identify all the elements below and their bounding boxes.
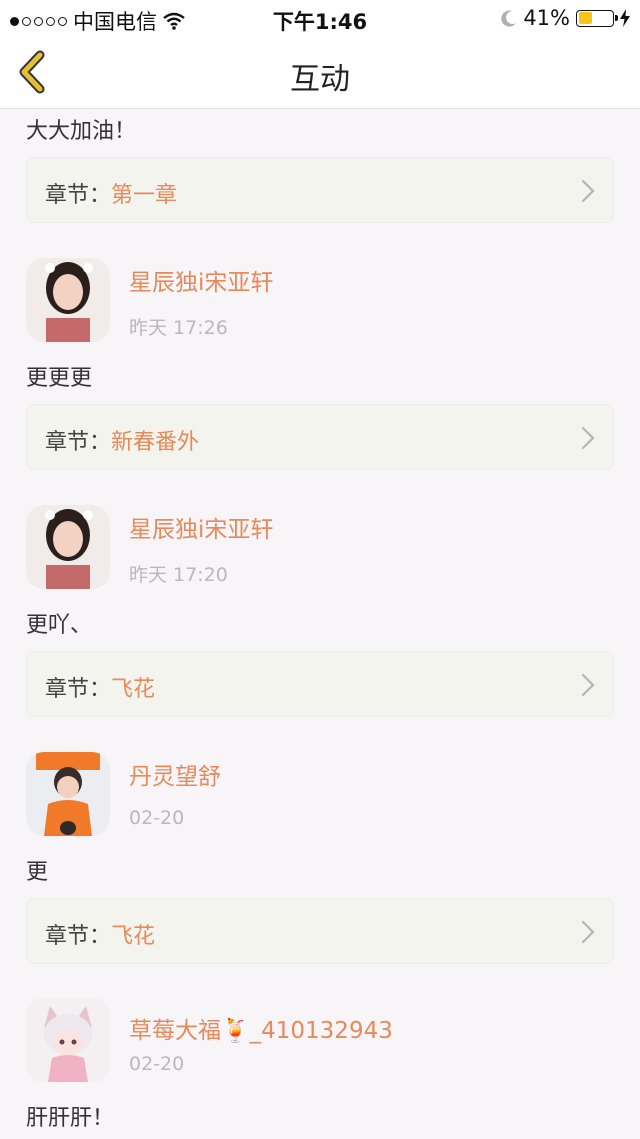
timestamp: 昨天 17:20 (129, 564, 228, 586)
chapter-name: 飞花 (111, 677, 156, 702)
chevron-right-icon (581, 920, 595, 944)
chapter-prefix: 章节： (45, 924, 112, 949)
battery-icon (576, 9, 618, 27)
comment-text: 更吖、 (26, 613, 93, 638)
chapter-name: 新春番外 (111, 430, 200, 455)
status-right: 41% (501, 6, 630, 30)
comment-text: 大大加油！ (26, 119, 137, 144)
comment-text: 更 (26, 860, 49, 885)
chapter-link[interactable]: 章节：飞花 (26, 898, 614, 964)
chapter-name: 第一章 (111, 183, 178, 208)
avatar-anime-image (26, 998, 110, 1082)
chapter-prefix: 章节： (45, 677, 112, 702)
avatar[interactable] (26, 258, 110, 342)
avatar-girl-image (26, 258, 110, 342)
battery-fill (578, 12, 593, 24)
username[interactable]: 草莓大福🍹_410132943 (129, 1011, 393, 1045)
avatar-boy-image (26, 752, 110, 836)
avatar[interactable] (26, 505, 110, 589)
status-bar: 中国电信 下午1:46 41% (0, 0, 640, 36)
navigation-bar: 互动 (0, 36, 640, 109)
chapter-name: 飞花 (111, 924, 156, 949)
timestamp: 02-20 (129, 1053, 185, 1075)
chapter-link[interactable]: 章节：第一章 (26, 157, 614, 223)
charging-icon (620, 9, 630, 27)
username[interactable]: 星辰独i宋亚轩 (129, 263, 273, 297)
avatar[interactable] (26, 752, 110, 836)
chapter-prefix: 章节： (45, 183, 112, 208)
timestamp: 昨天 17:26 (129, 317, 228, 339)
username[interactable]: 星辰独i宋亚轩 (129, 510, 273, 544)
avatar-girl-image (26, 505, 110, 589)
chapter-label: 章节：飞花 (45, 671, 155, 703)
timestamp: 02-20 (129, 807, 185, 829)
chapter-prefix: 章节： (45, 430, 112, 455)
moon-icon (501, 10, 517, 27)
page-title: 互动 (290, 62, 350, 97)
comment-text: 肝肝肝！ (26, 1106, 115, 1131)
comment-text: 更更更 (26, 366, 93, 391)
avatar[interactable] (26, 998, 110, 1082)
chapter-label: 章节：飞花 (45, 918, 155, 950)
chapter-link[interactable]: 章节：新春番外 (26, 404, 614, 470)
username[interactable]: 丹灵望舒 (129, 757, 221, 791)
chapter-label: 章节：第一章 (45, 177, 177, 209)
chapter-label: 章节：新春番外 (45, 424, 199, 456)
chevron-right-icon (581, 179, 595, 203)
battery-percent: 41% (523, 6, 570, 30)
chapter-link[interactable]: 章节：飞花 (26, 651, 614, 717)
chevron-right-icon (581, 673, 595, 697)
chevron-right-icon (581, 426, 595, 450)
